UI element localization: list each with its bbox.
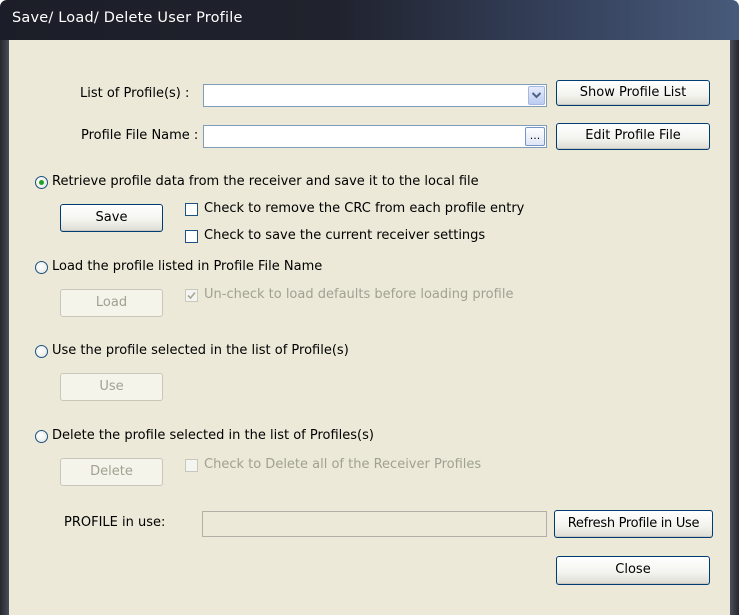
load-option-label[interactable]: Load the profile listed in Profile File …: [52, 259, 322, 274]
title-bar[interactable]: Save/ Load/ Delete User Profile: [0, 0, 739, 40]
load-button[interactable]: Load: [60, 289, 163, 317]
profile-dialog-window: Save/ Load/ Delete User Profile List of …: [0, 0, 739, 615]
edit-profile-file-button[interactable]: Edit Profile File: [556, 123, 710, 150]
remove-crc-label[interactable]: Check to remove the CRC from each profil…: [204, 201, 524, 216]
close-button[interactable]: Close: [556, 556, 710, 585]
use-option-label[interactable]: Use the profile selected in the list of …: [52, 343, 349, 358]
delete-option-label[interactable]: Delete the profile selected in the list …: [52, 428, 374, 443]
load-radio[interactable]: [35, 261, 48, 274]
delete-button[interactable]: Delete: [60, 458, 163, 486]
dialog-client-area: List of Profile(s) : Show Profile List P…: [9, 40, 730, 615]
profile-in-use-field: [202, 511, 547, 537]
window-title: Save/ Load/ Delete User Profile: [12, 10, 243, 26]
profile-file-name-label: Profile File Name :: [81, 128, 199, 143]
load-defaults-checkbox[interactable]: [185, 289, 198, 302]
delete-all-checkbox[interactable]: [185, 459, 198, 472]
delete-radio[interactable]: [35, 430, 48, 443]
browse-file-button[interactable]: ...: [525, 127, 545, 146]
profile-in-use-label: PROFILE in use:: [64, 515, 166, 530]
checkmark-icon: [187, 291, 196, 300]
profile-file-name-input[interactable]: ...: [203, 125, 547, 148]
remove-crc-checkbox[interactable]: [185, 203, 198, 216]
radio-selected-dot: [39, 180, 44, 185]
save-settings-checkbox[interactable]: [185, 230, 198, 243]
retrieve-radio[interactable]: [35, 176, 48, 189]
show-profile-list-button[interactable]: Show Profile List: [556, 80, 710, 106]
chevron-down-icon[interactable]: [528, 86, 545, 105]
window-frame-right: [730, 40, 739, 615]
profile-list-select[interactable]: [203, 84, 547, 107]
refresh-profile-button[interactable]: Refresh Profile in Use: [554, 510, 713, 538]
delete-all-label[interactable]: Check to Delete all of the Receiver Prof…: [204, 457, 481, 472]
window-frame-left: [0, 40, 9, 615]
save-settings-label[interactable]: Check to save the current receiver setti…: [204, 228, 485, 243]
retrieve-option-label[interactable]: Retrieve profile data from the receiver …: [52, 174, 479, 189]
load-defaults-label[interactable]: Un-check to load defaults before loading…: [204, 287, 513, 302]
use-radio[interactable]: [35, 345, 48, 358]
profile-list-label: List of Profile(s) :: [80, 86, 190, 101]
save-button[interactable]: Save: [60, 204, 163, 232]
use-button[interactable]: Use: [60, 373, 163, 401]
